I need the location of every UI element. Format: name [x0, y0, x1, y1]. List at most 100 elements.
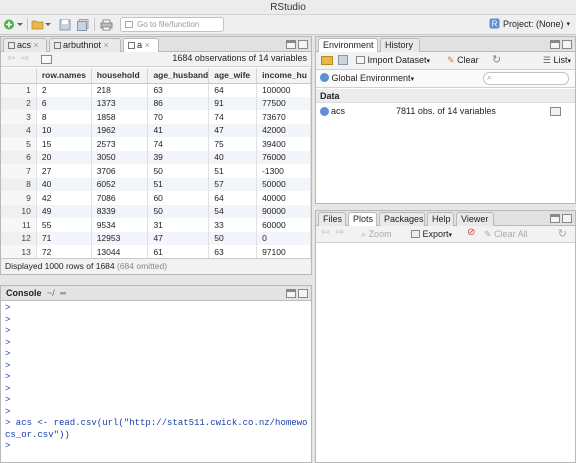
export-button[interactable]: Export▾ [411, 228, 452, 242]
console-header: Console ~/ ➦ [1, 286, 311, 301]
maximize-icon[interactable] [562, 40, 572, 49]
table-cell: 33 [208, 218, 258, 232]
import-dataset-button[interactable]: Import Dataset▾ [356, 54, 430, 68]
tab-files[interactable]: Files [318, 212, 346, 226]
scope-selector[interactable]: Global Environment▾ [320, 73, 414, 83]
source-pane: acs × arbuthnot × a × ⇦ ⇨ 1684 observati… [0, 36, 312, 275]
environment-search-input[interactable]: ⌕ [483, 72, 569, 85]
table-row[interactable]: 10 49 8339 50 54 90000 [1, 204, 311, 218]
close-icon[interactable]: × [104, 40, 109, 50]
clear-all-button[interactable]: ✎ Clear All [484, 228, 528, 241]
column-header[interactable]: age_wife [208, 68, 258, 84]
tab-packages[interactable]: Packages [379, 212, 425, 226]
table-row[interactable]: 9 42 7086 60 64 40000 [1, 191, 311, 205]
console-path: ~/ [47, 288, 55, 298]
row-number: 3 [1, 110, 37, 124]
minimize-icon[interactable] [550, 214, 560, 223]
open-file-button[interactable] [30, 17, 52, 32]
table-cell: 50 [208, 231, 258, 245]
table-cell: 1373 [91, 96, 149, 110]
table-row[interactable]: 11 55 9534 31 33 60000 [1, 218, 311, 232]
data-section-header: Data [316, 89, 575, 103]
tab-a[interactable]: a × [123, 38, 159, 53]
save-button[interactable] [58, 17, 72, 32]
table-row[interactable]: 2 6 1373 86 91 77500 [1, 96, 311, 110]
table-cell: 71 [36, 231, 92, 245]
refresh-icon[interactable]: ↻ [558, 227, 567, 240]
maximize-icon[interactable] [298, 289, 308, 298]
close-icon[interactable]: × [145, 40, 150, 50]
project-menu[interactable]: R Project: (None) ▾ [489, 18, 570, 29]
tab-history[interactable]: History [380, 38, 420, 52]
row-number: 12 [1, 231, 37, 245]
view-table-icon[interactable] [550, 107, 561, 116]
maximize-icon[interactable] [298, 40, 308, 49]
zoom-button[interactable]: ⌕ Zoom [361, 228, 392, 241]
files-window-buttons [550, 214, 572, 223]
table-cell: 15 [36, 137, 92, 151]
table-cell: 42000 [256, 123, 311, 137]
data-table: row.names household age_husband age_wife… [1, 68, 311, 259]
files-tabstrip: Files Plots Packages Help Viewer [316, 211, 575, 227]
column-header[interactable]: income_hu [256, 68, 311, 84]
row-number: 13 [1, 245, 37, 259]
new-file-button[interactable] [2, 17, 24, 32]
table-row[interactable]: 12 71 12953 47 50 0 [1, 231, 311, 245]
table-row[interactable]: 7 27 3706 50 51 -1300 [1, 164, 311, 178]
list-view-button[interactable]: ☰ List▾ [543, 54, 571, 68]
save-workspace-icon[interactable] [338, 55, 348, 65]
forward-arrow-icon[interactable]: ⇨ [21, 53, 29, 64]
console-output[interactable]: > > > > > > > > > > > acs <- read.csv(url("http://… [1, 301, 311, 462]
column-header[interactable]: age_husband [147, 68, 210, 84]
table-row[interactable]: 8 40 6052 51 57 50000 [1, 177, 311, 191]
close-icon[interactable]: × [34, 40, 39, 50]
console-line: > [5, 360, 11, 371]
table-cell: 20 [36, 150, 92, 164]
print-button[interactable] [99, 17, 114, 32]
table-cell: 64 [208, 191, 258, 205]
table-row[interactable]: 13 72 13044 61 63 97100 [1, 245, 311, 259]
environment-object-row[interactable]: acs 7811 obs. of 14 variables [316, 104, 575, 118]
console-line: > [5, 406, 11, 417]
console-line: > acs <- read.csv(url("http://stat511.cw… [5, 418, 307, 428]
minimize-icon[interactable] [286, 289, 296, 298]
row-number: 6 [1, 150, 37, 164]
go-to-directory-icon[interactable]: ➦ [59, 288, 67, 298]
clear-workspace-button[interactable]: ✎ Clear [447, 54, 479, 67]
tab-arbuthnot[interactable]: arbuthnot × [49, 38, 121, 52]
tab-environment[interactable]: Environment [318, 38, 378, 53]
back-arrow-icon[interactable]: ⇦ [321, 227, 329, 238]
table-row[interactable]: 3 8 1858 70 74 73670 [1, 110, 311, 124]
chevron-down-icon: ▾ [448, 232, 453, 239]
tab-acs[interactable]: acs × [3, 38, 47, 52]
table-cell: 74 [208, 110, 258, 124]
table-cell: 8 [36, 110, 92, 124]
maximize-icon[interactable] [562, 214, 572, 223]
minimize-icon[interactable] [286, 40, 296, 49]
tab-plots[interactable]: Plots [348, 212, 377, 227]
data-grid[interactable]: row.names household age_husband age_wife… [1, 68, 311, 259]
goto-file-input[interactable]: Go to file/function [120, 17, 224, 32]
plots-toolbar: ⇦ ⇨ ⌕ Zoom Export▾ ⊘ ✎ Clear All ↻ [316, 226, 575, 243]
table-cell: 51 [147, 177, 210, 191]
load-workspace-icon[interactable] [321, 56, 333, 65]
column-header[interactable]: household [91, 68, 149, 84]
popout-icon[interactable] [41, 55, 52, 64]
table-row[interactable]: 1 2 218 63 64 100000 [1, 83, 311, 97]
expand-icon[interactable] [320, 107, 329, 116]
save-all-button[interactable] [76, 17, 90, 32]
back-arrow-icon[interactable]: ⇦ [7, 53, 15, 64]
column-header[interactable]: row.names [36, 68, 92, 84]
tab-help[interactable]: Help [427, 212, 454, 226]
tab-viewer[interactable]: Viewer [456, 212, 494, 226]
remove-plot-icon[interactable]: ⊘ [467, 227, 475, 238]
table-cell: 10 [36, 123, 92, 137]
table-cell: -1300 [256, 164, 311, 178]
table-row[interactable]: 5 15 2573 74 75 39400 [1, 137, 311, 151]
table-row[interactable]: 4 10 1962 41 47 42000 [1, 123, 311, 137]
refresh-icon[interactable]: ↻ [492, 53, 501, 66]
forward-arrow-icon[interactable]: ⇨ [336, 227, 344, 238]
table-row[interactable]: 6 20 3050 39 40 76000 [1, 150, 311, 164]
table-icon [54, 42, 61, 49]
minimize-icon[interactable] [550, 40, 560, 49]
